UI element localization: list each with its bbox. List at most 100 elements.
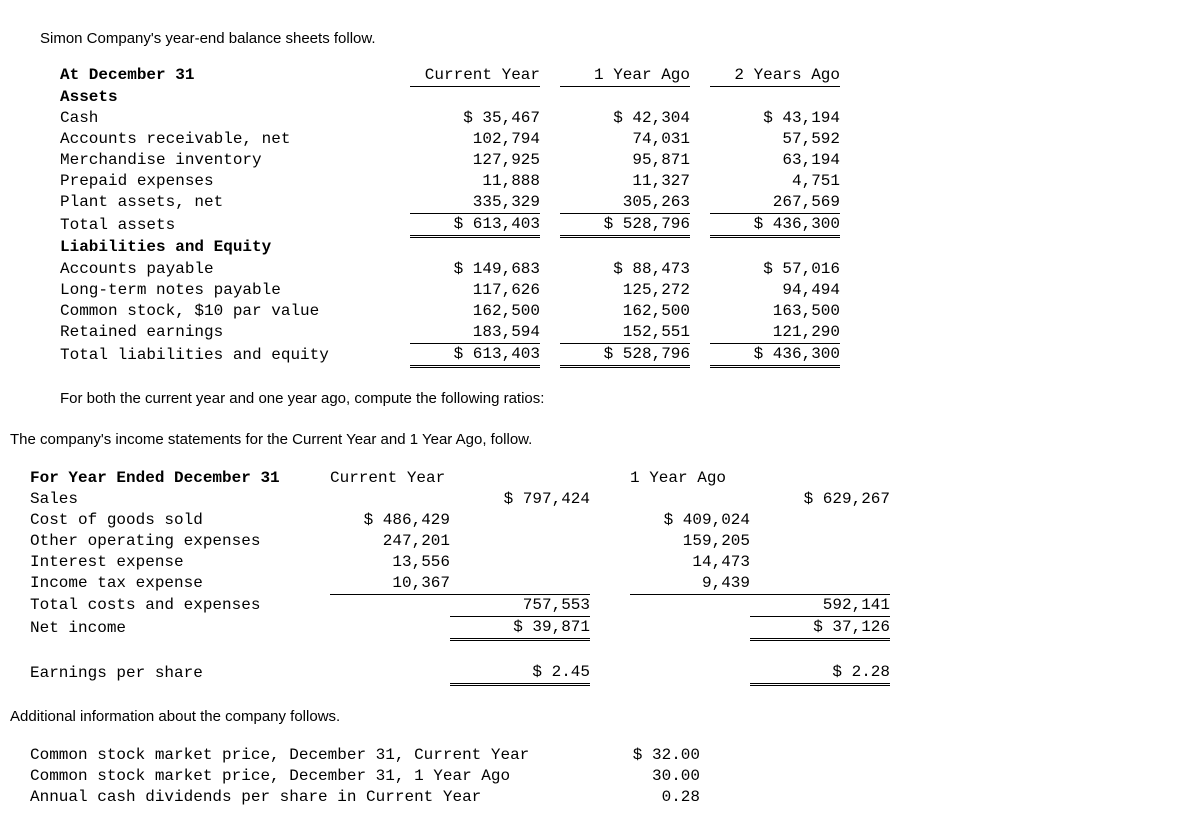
- row-c3: 121,290: [710, 322, 840, 344]
- row-c3: 4,751: [710, 171, 840, 192]
- total-liab-c3: $ 436,300: [710, 344, 840, 367]
- row-c1: 102,794: [410, 129, 540, 150]
- total-assets-row: Total assets $ 613,403 $ 528,796 $ 436,3…: [60, 214, 840, 237]
- net-income-c1: $ 39,871: [450, 617, 590, 640]
- table-row: Common stock market price, December 31, …: [30, 766, 700, 787]
- total-costs-row: Total costs and expenses 757,553 592,141: [30, 595, 890, 617]
- table-row: Annual cash dividends per share in Curre…: [30, 787, 700, 808]
- total-liab-c1: $ 613,403: [410, 344, 540, 367]
- total-liab-c2: $ 528,796: [560, 344, 690, 367]
- sales-row: Sales $ 797,424 $ 629,267: [30, 489, 890, 510]
- row-c2: 162,500: [560, 301, 690, 322]
- row-c3: $ 57,016: [710, 259, 840, 280]
- row-c1: $ 35,467: [410, 108, 540, 129]
- is-header-c2: 1 Year Ago: [630, 468, 890, 489]
- bs-header-c2: 1 Year Ago: [560, 65, 690, 87]
- row-val: 0.28: [600, 787, 700, 808]
- table-row: Long-term notes payable117,626125,27294,…: [60, 280, 840, 301]
- total-assets-c3: $ 436,300: [710, 214, 840, 237]
- table-row: Cash$ 35,467$ 42,304$ 43,194: [60, 108, 840, 129]
- net-income-row: Net income $ 39,871 $ 37,126: [30, 617, 890, 640]
- table-row: Accounts payable$ 149,683 $ 88,473 $ 57,01…: [60, 259, 840, 280]
- bs-header-c1: Current Year: [410, 65, 540, 87]
- row-c3: 57,592: [710, 129, 840, 150]
- is-header-c1: Current Year: [330, 468, 590, 489]
- row-c1: 183,594: [410, 322, 540, 344]
- total-assets-c2: $ 528,796: [560, 214, 690, 237]
- intro-text-1: Simon Company's year-end balance sheets …: [40, 30, 1160, 47]
- row-c2: 95,871: [560, 150, 690, 171]
- row-c3: 163,500: [710, 301, 840, 322]
- total-costs-c2: 592,141: [750, 595, 890, 617]
- total-liab-row: Total liabilities and equity $ 613,403 $…: [60, 344, 840, 367]
- eps-c1: $ 2.45: [450, 662, 590, 685]
- row-label: Cost of goods sold: [30, 510, 330, 531]
- sales-c2: $ 629,267: [750, 489, 890, 510]
- row-c2: 74,031: [560, 129, 690, 150]
- table-row: Cost of goods sold$ 486,429$ 409,024: [30, 510, 890, 531]
- income-statement-table: For Year Ended December 31 Current Year …: [30, 468, 890, 686]
- net-income-c2: $ 37,126: [750, 617, 890, 640]
- row-val: $ 32.00: [600, 745, 700, 766]
- bs-header-c3: 2 Years Ago: [710, 65, 840, 87]
- row-val: 30.00: [600, 766, 700, 787]
- total-assets-c1: $ 613,403: [410, 214, 540, 237]
- intro-text-4: Additional information about the company…: [10, 708, 1160, 725]
- bs-header-row: At December 31 Current Year 1 Year Ago 2…: [60, 65, 840, 87]
- sales-c1: $ 797,424: [450, 489, 590, 510]
- intro-text-2: For both the current year and one year a…: [60, 390, 1160, 407]
- row-label: Accounts payable: [60, 259, 410, 280]
- table-row: Interest expense13,556 14,473: [30, 552, 890, 573]
- row-sub-c2: 9,439: [630, 573, 750, 595]
- assets-heading: Assets: [60, 87, 410, 109]
- row-c3: 63,194: [710, 150, 840, 171]
- row-label: Prepaid expenses: [60, 171, 410, 192]
- table-row: Other operating expenses247,201 159,205: [30, 531, 890, 552]
- table-row: Merchandise inventory127,925 95,871 63,194: [60, 150, 840, 171]
- row-sub-c2: 159,205: [630, 531, 750, 552]
- total-costs-c1: 757,553: [450, 595, 590, 617]
- row-label: Interest expense: [30, 552, 330, 573]
- row-c1: 127,925: [410, 150, 540, 171]
- row-label: Other operating expenses: [30, 531, 330, 552]
- row-c2: $ 88,473: [560, 259, 690, 280]
- row-sub-c1: 10,367: [330, 573, 450, 595]
- row-label: Income tax expense: [30, 573, 330, 595]
- intro-text-3: The company's income statements for the …: [10, 431, 1160, 448]
- eps-label: Earnings per share: [30, 662, 330, 685]
- additional-info-table: Common stock market price, December 31, …: [30, 745, 700, 808]
- row-label: Plant assets, net: [60, 192, 410, 214]
- row-label: Merchandise inventory: [60, 150, 410, 171]
- row-label: Annual cash dividends per share in Curre…: [30, 787, 600, 808]
- row-c1: 11,888: [410, 171, 540, 192]
- table-row: Retained earnings183,594 152,551 121,290: [60, 322, 840, 344]
- row-c3: $ 43,194: [710, 108, 840, 129]
- row-sub-c2: 14,473: [630, 552, 750, 573]
- row-label: Long-term notes payable: [60, 280, 410, 301]
- row-c3: 94,494: [710, 280, 840, 301]
- row-label: Accounts receivable, net: [60, 129, 410, 150]
- row-c1: 162,500: [410, 301, 540, 322]
- row-label: Retained earnings: [60, 322, 410, 344]
- row-c2: 152,551: [560, 322, 690, 344]
- row-label: Common stock market price, December 31, …: [30, 745, 600, 766]
- row-c1: $ 149,683: [410, 259, 540, 280]
- total-assets-label: Total assets: [60, 214, 410, 237]
- row-c1: 117,626: [410, 280, 540, 301]
- bs-header-label: At December 31: [60, 65, 410, 87]
- table-row: Plant assets, net335,329305,263267,569: [60, 192, 840, 214]
- table-row: Common stock market price, December 31, …: [30, 745, 700, 766]
- is-header-row: For Year Ended December 31 Current Year …: [30, 468, 890, 489]
- row-sub-c1: 13,556: [330, 552, 450, 573]
- row-label: Common stock, $10 par value: [60, 301, 410, 322]
- total-costs-label: Total costs and expenses: [30, 595, 330, 617]
- total-liab-label: Total liabilities and equity: [60, 344, 410, 367]
- is-header-label: For Year Ended December 31: [30, 468, 330, 489]
- eps-c2: $ 2.28: [750, 662, 890, 685]
- row-label: Common stock market price, December 31, …: [30, 766, 600, 787]
- net-income-label: Net income: [30, 617, 330, 640]
- table-row: Income tax expense10,367 9,439: [30, 573, 890, 595]
- balance-sheet-table: At December 31 Current Year 1 Year Ago 2…: [60, 65, 840, 368]
- row-sub-c1: 247,201: [330, 531, 450, 552]
- row-c2: $ 42,304: [560, 108, 690, 129]
